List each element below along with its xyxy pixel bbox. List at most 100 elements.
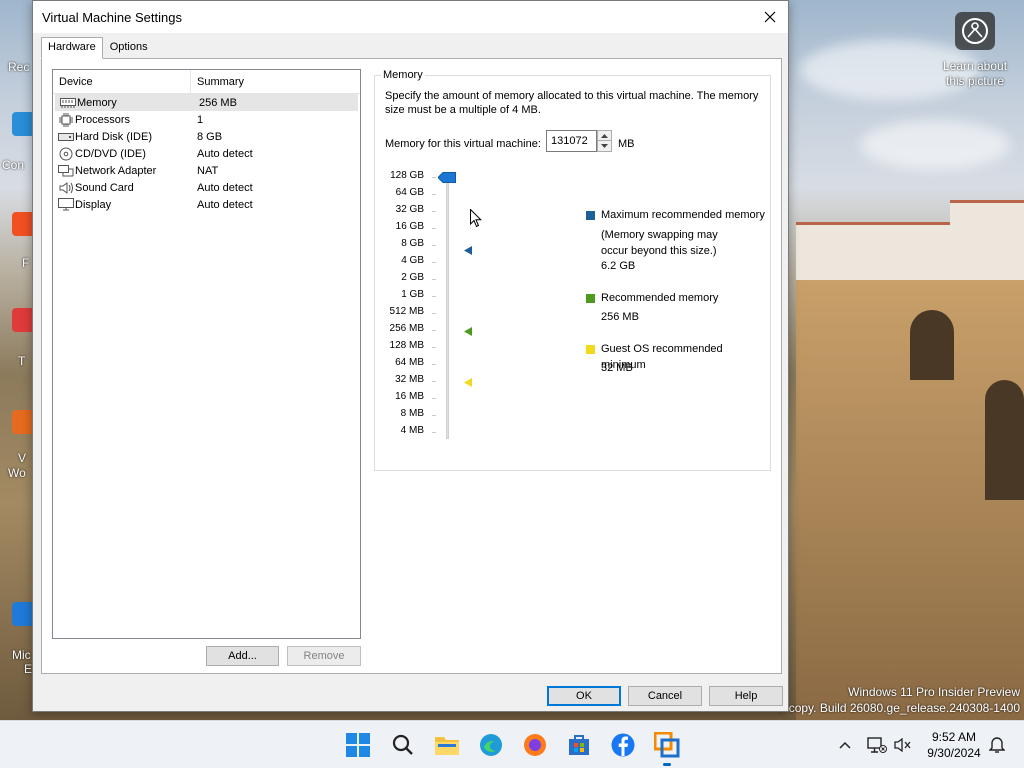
device-summary: 8 GB: [197, 130, 223, 143]
mouse-cursor-icon: [470, 209, 482, 228]
device-summary: Auto detect: [197, 198, 253, 211]
memory-scale-tick: [432, 262, 436, 263]
minimum-marker: [464, 378, 472, 387]
hardware-panel: Device Summary Memory 256 MB Processors …: [41, 58, 782, 674]
memory-scale-label: 128 MB: [389, 340, 424, 351]
cancel-button[interactable]: Cancel: [628, 686, 702, 706]
close-button[interactable]: [756, 4, 784, 30]
device-row-display[interactable]: Display Auto detect: [53, 196, 360, 213]
speaker-icon: [58, 181, 74, 194]
chevron-up-icon: [601, 133, 608, 138]
memory-scale-label: 256 MB: [389, 323, 424, 334]
column-header-summary[interactable]: Summary: [191, 70, 250, 93]
add-device-button[interactable]: Add...: [206, 646, 279, 666]
virtual-machine-settings-dialog: Virtual Machine Settings Hardware Option…: [32, 0, 789, 712]
legend-max-title: Maximum recommended memory: [601, 209, 765, 221]
desktop-label: Rec: [8, 60, 30, 74]
memory-slider-thumb[interactable]: [438, 172, 456, 183]
memory-scale-label: 2 GB: [401, 272, 424, 283]
memory-size-input[interactable]: [546, 130, 597, 152]
edge-icon[interactable]: [478, 732, 504, 758]
chevron-down-icon: [601, 144, 608, 148]
device-name: Sound Card: [75, 181, 134, 194]
memory-scale-label: 8 GB: [401, 238, 424, 249]
cloud: [860, 120, 1010, 170]
device-row-hard-disk[interactable]: Hard Disk (IDE) 8 GB: [53, 128, 360, 145]
device-name: Display: [75, 198, 112, 211]
memory-group: Memory Specify the amount of memory allo…: [374, 69, 771, 471]
window-title: Virtual Machine Settings: [42, 9, 182, 25]
device-row-network-adapter[interactable]: Network Adapter NAT: [53, 162, 360, 179]
monitor-icon: [58, 198, 74, 211]
device-name: CD/DVD (IDE): [75, 147, 146, 160]
recommended-marker: [464, 327, 472, 336]
tab-hardware[interactable]: Hardware: [41, 37, 103, 59]
memory-unit: MB: [618, 138, 635, 150]
watermark-edition: Windows 11 Pro Insider Preview: [848, 685, 1020, 699]
memory-scale-tick: [432, 211, 436, 212]
volume-muted-icon[interactable]: [890, 732, 916, 758]
memory-scale-label: 32 GB: [395, 204, 424, 215]
store-icon[interactable]: [566, 732, 592, 758]
ok-button[interactable]: OK: [547, 686, 621, 706]
memory-scale-tick: [432, 364, 436, 365]
desktop-label: T: [18, 354, 26, 368]
max-recommended-marker: [464, 246, 472, 255]
memory-icon: [60, 96, 76, 109]
memory-scale-label: 8 MB: [400, 408, 424, 419]
notification-bell-icon[interactable]: [984, 732, 1010, 758]
network-adapter-icon: [58, 164, 74, 177]
taskbar-clock[interactable]: 9:52 AM 9/30/2024: [916, 729, 992, 761]
legend-swatch-max: [586, 211, 595, 220]
memory-slider-track[interactable]: [446, 174, 449, 439]
memory-scale-label: 512 MB: [389, 306, 424, 317]
windows-watermark: Windows 11 Pro Insider Preview n copy. B…: [779, 684, 1020, 716]
firefox-icon[interactable]: [522, 732, 548, 758]
learn-about-picture-label[interactable]: Learn about this picture: [936, 59, 1014, 89]
help-button[interactable]: Help: [709, 686, 783, 706]
learn-about-picture-button[interactable]: [955, 12, 995, 50]
windows-start-icon[interactable]: [345, 732, 371, 758]
facebook-icon[interactable]: [610, 732, 636, 758]
device-name: Processors: [75, 113, 131, 126]
memory-scale-tick: [432, 381, 436, 382]
memory-scale-tick: [432, 432, 436, 433]
processor-icon: [58, 112, 74, 127]
taskbar: 9:52 AM 9/30/2024: [0, 720, 1024, 768]
tab-strip: Hardware Options: [41, 37, 155, 59]
tab-options[interactable]: Options: [103, 37, 155, 59]
memory-scale-tick: [432, 415, 436, 416]
device-summary: Auto detect: [197, 147, 253, 160]
column-header-device[interactable]: Device: [53, 70, 191, 93]
title-bar[interactable]: Virtual Machine Settings: [33, 1, 788, 33]
memory-scale-tick: [432, 313, 436, 314]
remove-device-button[interactable]: Remove: [287, 646, 361, 666]
town-buildings: [950, 200, 1024, 240]
device-row-memory[interactable]: Memory 256 MB: [55, 94, 358, 111]
chevron-up-icon[interactable]: [832, 732, 858, 758]
device-row-cd-dvd[interactable]: CD/DVD (IDE) Auto detect: [53, 145, 360, 162]
device-summary: 1: [197, 113, 204, 126]
memory-scale-label: 16 MB: [395, 391, 424, 402]
device-list[interactable]: Device Summary Memory 256 MB Processors …: [52, 69, 361, 639]
network-status-icon[interactable]: [864, 732, 890, 758]
spin-down-button[interactable]: [598, 141, 611, 151]
legend-max-note: (Memory swapping may occur beyond this s…: [601, 229, 718, 257]
memory-scale-label: 4 MB: [400, 425, 424, 436]
legend-swatch-minimum: [586, 345, 595, 354]
device-row-sound-card[interactable]: Sound Card Auto detect: [53, 179, 360, 196]
desktop-label: Con: [2, 158, 25, 172]
search-icon[interactable]: [390, 732, 416, 758]
device-row-processors[interactable]: Processors 1: [53, 111, 360, 128]
watermark-build: n copy. Build 26080.ge_release.240308-14…: [778, 701, 1020, 715]
vmware-icon[interactable]: [654, 732, 680, 766]
hard-disk-icon: [58, 130, 74, 143]
desktop-label: Wo: [8, 466, 26, 480]
memory-spinner: [597, 130, 612, 152]
device-name: Hard Disk (IDE): [75, 130, 153, 143]
device-summary: 256 MB: [199, 96, 237, 109]
file-explorer-icon[interactable]: [434, 732, 460, 758]
legend-minimum-value: 32 MB: [601, 362, 633, 374]
desktop-label: V: [18, 451, 27, 465]
spin-up-button[interactable]: [598, 131, 611, 141]
